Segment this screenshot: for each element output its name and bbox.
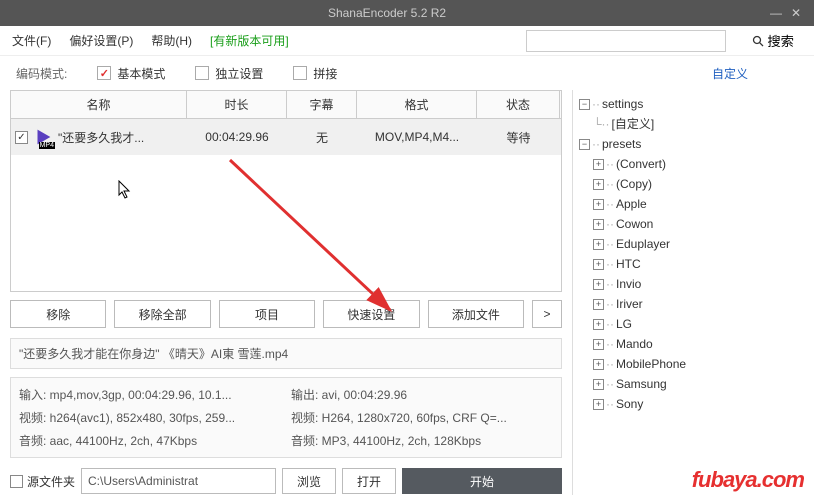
remove-all-button[interactable]: 移除全部 — [114, 300, 210, 328]
output-container: 输出: avi, 00:04:29.96 — [291, 386, 553, 403]
update-available-link[interactable]: [有新版本可用] — [210, 32, 289, 49]
expand-icon: + — [593, 299, 604, 310]
tree-node-preset[interactable]: +··(Copy) — [593, 174, 798, 194]
input-container: 输入: mp4,mov,3gp, 00:04:29.96, 10.1... — [19, 386, 281, 403]
tree-node-preset[interactable]: +··Mando — [593, 334, 798, 354]
tree-node-preset[interactable]: +··LG — [593, 314, 798, 334]
row-subtitle: 无 — [287, 119, 357, 155]
tree-node-preset[interactable]: +··Invio — [593, 274, 798, 294]
checkbox-icon — [97, 66, 111, 80]
expand-icon: + — [593, 279, 604, 290]
custom-link[interactable]: 自定义 — [712, 65, 748, 82]
collapse-icon: − — [579, 99, 590, 110]
tree-node-preset[interactable]: +··Apple — [593, 194, 798, 214]
output-video: 视频: H264, 1280x720, 60fps, CRF Q=... — [291, 409, 553, 426]
grid-body: MP4 "还要多久我才... 00:04:29.96 无 MOV,MP4,M4.… — [11, 119, 561, 291]
window-title: ShanaEncoder 5.2 R2 — [8, 6, 766, 20]
grid-header: 名称 时长 字幕 格式 状态 — [11, 91, 561, 119]
selected-file-label: "还要多久我才能在你身边" 《晴天》AI東 雪莲.mp4 — [10, 338, 562, 369]
row-checkbox[interactable] — [15, 131, 28, 144]
expand-icon: + — [593, 179, 604, 190]
expand-icon: + — [593, 319, 604, 330]
project-button[interactable]: 项目 — [219, 300, 315, 328]
expand-icon: + — [593, 259, 604, 270]
mode-independent[interactable]: 独立设置 — [195, 65, 263, 82]
minimize-button[interactable]: — — [766, 6, 786, 20]
expand-icon: + — [593, 199, 604, 210]
info-panel: 输入: mp4,mov,3gp, 00:04:29.96, 10.1... 视频… — [10, 377, 562, 458]
tree-node-preset[interactable]: +··HTC — [593, 254, 798, 274]
output-info: 输出: avi, 00:04:29.96 视频: H264, 1280x720,… — [291, 386, 553, 449]
expand-icon: + — [593, 239, 604, 250]
col-header-duration[interactable]: 时长 — [187, 91, 287, 118]
input-audio: 音频: aac, 44100Hz, 2ch, 47Kbps — [19, 432, 281, 449]
remove-button[interactable]: 移除 — [10, 300, 106, 328]
menubar: 文件(F) 偏好设置(P) 帮助(H) [有新版本可用] 搜索 — [0, 26, 814, 56]
tree-node-preset[interactable]: +··Samsung — [593, 374, 798, 394]
path-row: 源文件夹 C:\Users\Administrat 浏览 打开 开始 — [10, 468, 562, 494]
expand-icon: + — [593, 219, 604, 230]
left-panel: 名称 时长 字幕 格式 状态 MP4 "还要多久我才... 00: — [0, 90, 572, 495]
col-header-status[interactable]: 状态 — [477, 91, 560, 118]
tree-node-preset[interactable]: +··Sony — [593, 394, 798, 414]
expand-icon: + — [593, 399, 604, 410]
col-header-subtitle[interactable]: 字幕 — [287, 91, 357, 118]
file-grid: 名称 时长 字幕 格式 状态 MP4 "还要多久我才... 00: — [10, 90, 562, 292]
input-info: 输入: mp4,mov,3gp, 00:04:29.96, 10.1... 视频… — [19, 386, 281, 449]
search-button[interactable]: 搜索 — [744, 30, 802, 52]
action-buttons: 移除 移除全部 项目 快速设置 添加文件 > — [10, 300, 562, 328]
video-file-icon: MP4 — [32, 126, 54, 148]
row-format: MOV,MP4,M4... — [357, 119, 477, 155]
col-header-format[interactable]: 格式 — [357, 91, 477, 118]
preset-tree-panel: −··settings └··[自定义] −··presets +··(Conv… — [572, 90, 804, 495]
row-duration: 00:04:29.96 — [187, 119, 287, 155]
output-path-input[interactable]: C:\Users\Administrat — [81, 468, 276, 494]
source-folder-checkbox[interactable]: 源文件夹 — [10, 473, 75, 490]
table-row[interactable]: MP4 "还要多久我才... 00:04:29.96 无 MOV,MP4,M4.… — [11, 119, 561, 155]
input-video: 视频: h264(avc1), 852x480, 30fps, 259... — [19, 409, 281, 426]
quick-settings-button[interactable]: 快速设置 — [323, 300, 419, 328]
expand-icon: + — [593, 339, 604, 350]
expand-icon: + — [593, 379, 604, 390]
col-header-name[interactable]: 名称 — [11, 91, 187, 118]
preset-tree: −··settings └··[自定义] −··presets +··(Conv… — [579, 94, 798, 414]
tree-node-preset[interactable]: +··Cowon — [593, 214, 798, 234]
row-filename: "还要多久我才... — [58, 129, 144, 146]
collapse-icon: − — [579, 139, 590, 150]
menu-preferences[interactable]: 偏好设置(P) — [69, 32, 133, 49]
expand-icon: + — [593, 359, 604, 370]
output-audio: 音频: MP3, 44100Hz, 2ch, 128Kbps — [291, 432, 553, 449]
tree-node-preset[interactable]: +··Iriver — [593, 294, 798, 314]
tree-node-custom[interactable]: └··[自定义] — [593, 114, 798, 134]
mode-concat[interactable]: 拼接 — [293, 65, 337, 82]
expand-icon: + — [593, 159, 604, 170]
add-file-button[interactable]: 添加文件 — [428, 300, 524, 328]
search-input[interactable] — [527, 34, 725, 48]
tree-node-preset[interactable]: +··MobilePhone — [593, 354, 798, 374]
start-button[interactable]: 开始 — [402, 468, 562, 494]
tree-node-settings[interactable]: −··settings — [579, 94, 798, 114]
watermark: fubaya.com — [692, 467, 804, 493]
search-box — [526, 30, 726, 52]
open-button[interactable]: 打开 — [342, 468, 396, 494]
menu-help[interactable]: 帮助(H) — [151, 32, 192, 49]
titlebar: ShanaEncoder 5.2 R2 — ✕ — [0, 0, 814, 26]
mode-bar: 编码模式: 基本模式 独立设置 拼接 自定义 — [0, 56, 814, 90]
mode-label: 编码模式: — [16, 65, 67, 82]
tree-node-preset[interactable]: +··(Convert) — [593, 154, 798, 174]
search-icon — [752, 35, 764, 47]
browse-button[interactable]: 浏览 — [282, 468, 336, 494]
checkbox-icon — [293, 66, 307, 80]
close-button[interactable]: ✕ — [786, 6, 806, 20]
tree-node-presets[interactable]: −··presets — [579, 134, 798, 154]
mode-basic[interactable]: 基本模式 — [97, 65, 165, 82]
menu-file[interactable]: 文件(F) — [12, 32, 51, 49]
tree-node-preset[interactable]: +··Eduplayer — [593, 234, 798, 254]
more-button[interactable]: > — [532, 300, 562, 328]
checkbox-icon — [195, 66, 209, 80]
row-status: 等待 — [477, 119, 560, 155]
